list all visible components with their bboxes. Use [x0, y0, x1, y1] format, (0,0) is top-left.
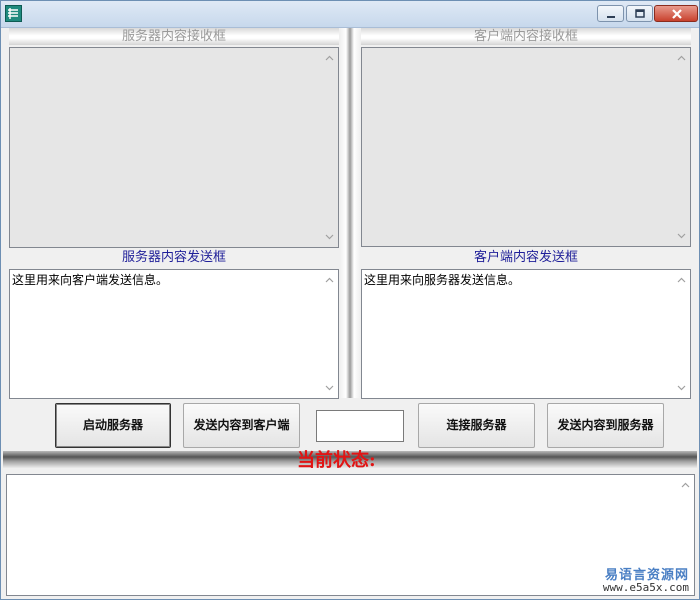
connect-server-button[interactable]: 连接服务器: [418, 403, 535, 448]
send-to-client-button[interactable]: 发送内容到客户端: [183, 403, 300, 448]
server-send-scrollbar[interactable]: [321, 270, 338, 398]
app-window: 服务器内容接收框 服务器内容发送框 这里用来向客户端发送信息。 客户端内容接收框: [0, 0, 700, 600]
close-icon: [672, 9, 682, 19]
scroll-up-icon[interactable]: [677, 55, 686, 61]
close-button[interactable]: [654, 5, 698, 22]
scroll-up-icon[interactable]: [681, 482, 690, 488]
send-to-server-button[interactable]: 发送内容到服务器: [547, 403, 664, 448]
client-send-box[interactable]: 这里用来向服务器发送信息。: [361, 269, 691, 399]
title-bar[interactable]: [1, 1, 699, 28]
client-receive-box[interactable]: [361, 47, 691, 247]
scroll-down-icon[interactable]: [325, 385, 334, 391]
scroll-down-icon[interactable]: [325, 234, 334, 240]
vertical-divider: [340, 28, 360, 398]
server-receive-box[interactable]: [9, 47, 339, 248]
status-label: 当前状态:: [297, 450, 376, 471]
maximize-icon: [635, 9, 645, 18]
client-receive-header: 客户端内容接收框: [361, 28, 691, 45]
scroll-up-icon[interactable]: [325, 55, 334, 61]
start-server-button[interactable]: 启动服务器: [55, 403, 171, 448]
status-log-box[interactable]: [6, 474, 695, 596]
scroll-down-icon[interactable]: [677, 385, 686, 391]
server-send-box[interactable]: 这里用来向客户端发送信息。: [9, 269, 339, 399]
client-receive-scrollbar[interactable]: [673, 48, 690, 246]
scroll-up-icon[interactable]: [677, 277, 686, 283]
scroll-up-icon[interactable]: [325, 277, 334, 283]
client-send-content: 这里用来向服务器发送信息。: [364, 273, 521, 287]
app-icon: [5, 5, 22, 22]
client-send-scrollbar[interactable]: [673, 270, 690, 398]
scroll-down-icon[interactable]: [677, 233, 686, 239]
maximize-button[interactable]: [626, 5, 653, 22]
server-receive-scrollbar[interactable]: [321, 48, 338, 247]
watermark-url: www.e5a5x.com: [602, 581, 689, 594]
client-send-label: 客户端内容发送框: [473, 250, 578, 265]
server-send-content: 这里用来向客户端发送信息。: [12, 273, 169, 287]
server-receive-header: 服务器内容接收框: [9, 28, 339, 45]
server-send-label: 服务器内容发送框: [121, 250, 226, 265]
port-input[interactable]: [316, 410, 404, 442]
minimize-icon: [607, 16, 615, 18]
minimize-button[interactable]: [597, 5, 624, 22]
